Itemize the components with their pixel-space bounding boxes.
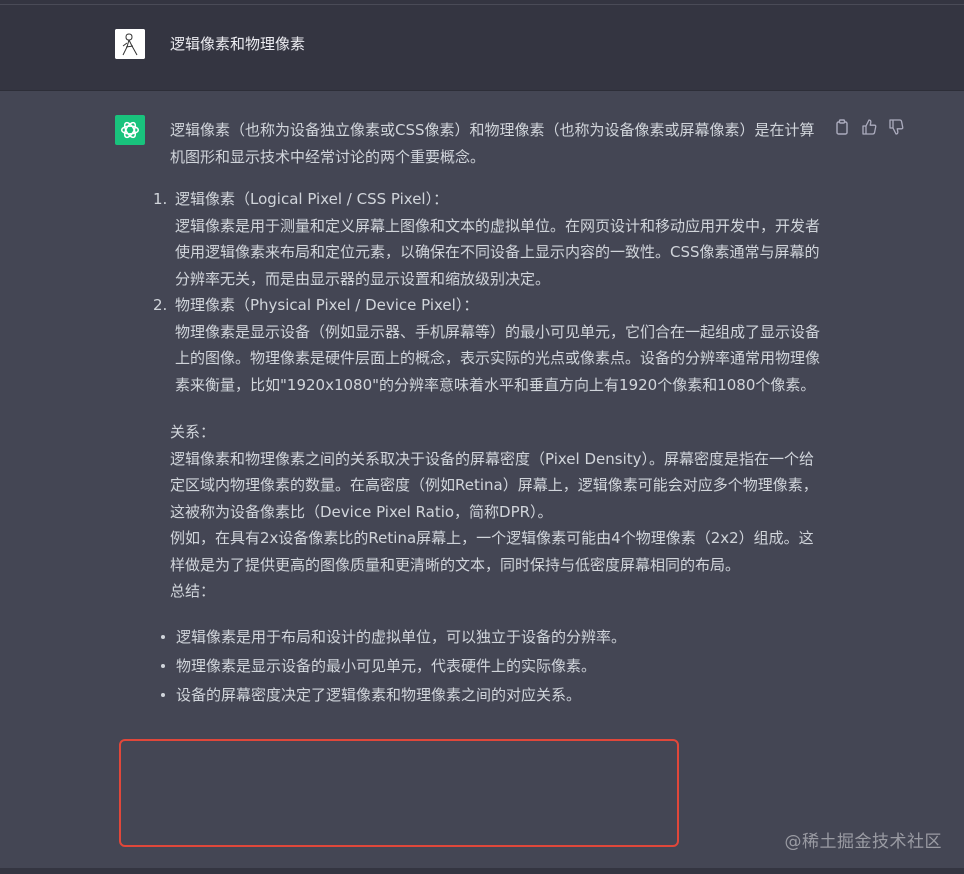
list-item-body: 逻辑像素是用于测量和定义屏幕上图像和文本的虚拟单位。在网页设计和移动应用开发中，…: [175, 216, 821, 288]
list-number: 1.: [153, 190, 168, 208]
list-number: 2.: [153, 296, 168, 314]
assistant-message-content: 逻辑像素（也称为设备独立像素或CSS像素）和物理像素（也称为设备像素或屏幕像素）…: [153, 117, 821, 710]
list-item: 1. 逻辑像素（Logical Pixel / CSS Pixel）： 逻辑像素…: [153, 186, 821, 292]
divider: [0, 4, 964, 5]
example-paragraph: 例如，在具有2x设备像素比的Retina屏幕上，一个逻辑像素可能由4个物理像素（…: [170, 529, 814, 574]
summary-list: 逻辑像素是用于布局和设计的虚拟单位，可以独立于设备的分辨率。 物理像素是显示设备…: [161, 623, 820, 710]
message-actions: [833, 118, 905, 136]
openai-logo-icon: [121, 121, 139, 139]
assistant-avatar: [115, 115, 145, 145]
relation-paragraph: 逻辑像素和物理像素之间的关系取决于设备的屏幕密度（Pixel Density）。…: [170, 449, 818, 521]
relation-section: 关系： 逻辑像素和物理像素之间的关系取决于设备的屏幕密度（Pixel Densi…: [170, 419, 820, 525]
concept-list: 1. 逻辑像素（Logical Pixel / CSS Pixel）： 逻辑像素…: [153, 186, 821, 398]
summary-heading: 总结：: [170, 582, 216, 600]
list-item: 2. 物理像素（Physical Pixel / Device Pixel）： …: [153, 292, 821, 398]
bottom-bar: [0, 868, 964, 874]
summary-item: 逻辑像素是用于布局和设计的虚拟单位，可以独立于设备的分辨率。: [161, 623, 820, 652]
thumbs-down-icon[interactable]: [887, 118, 905, 136]
list-item-body: 物理像素是显示设备（例如显示器、手机屏幕等）的最小可见单元，它们合在一起组成了显…: [175, 322, 821, 394]
user-message-text: 逻辑像素和物理像素: [170, 35, 306, 53]
clipboard-icon[interactable]: [833, 118, 851, 136]
summary-item: 设备的屏幕密度决定了逻辑像素和物理像素之间的对应关系。: [161, 681, 820, 710]
thumbs-up-icon[interactable]: [860, 118, 878, 136]
summary-item: 物理像素是显示设备的最小可见单元，代表硬件上的实际像素。: [161, 652, 820, 681]
user-avatar: [115, 29, 145, 59]
list-item-title: 逻辑像素（Logical Pixel / CSS Pixel）：: [175, 190, 449, 208]
watermark: @稀土掘金技术社区: [784, 832, 942, 852]
intro-paragraph: 逻辑像素（也称为设备独立像素或CSS像素）和物理像素（也称为设备像素或屏幕像素）…: [170, 121, 815, 166]
user-message-row: 逻辑像素和物理像素: [0, 0, 964, 91]
list-item-title: 物理像素（Physical Pixel / Device Pixel）：: [175, 296, 479, 314]
relation-heading: 关系：: [170, 423, 216, 441]
user-avatar-sketch-icon: [115, 29, 145, 59]
